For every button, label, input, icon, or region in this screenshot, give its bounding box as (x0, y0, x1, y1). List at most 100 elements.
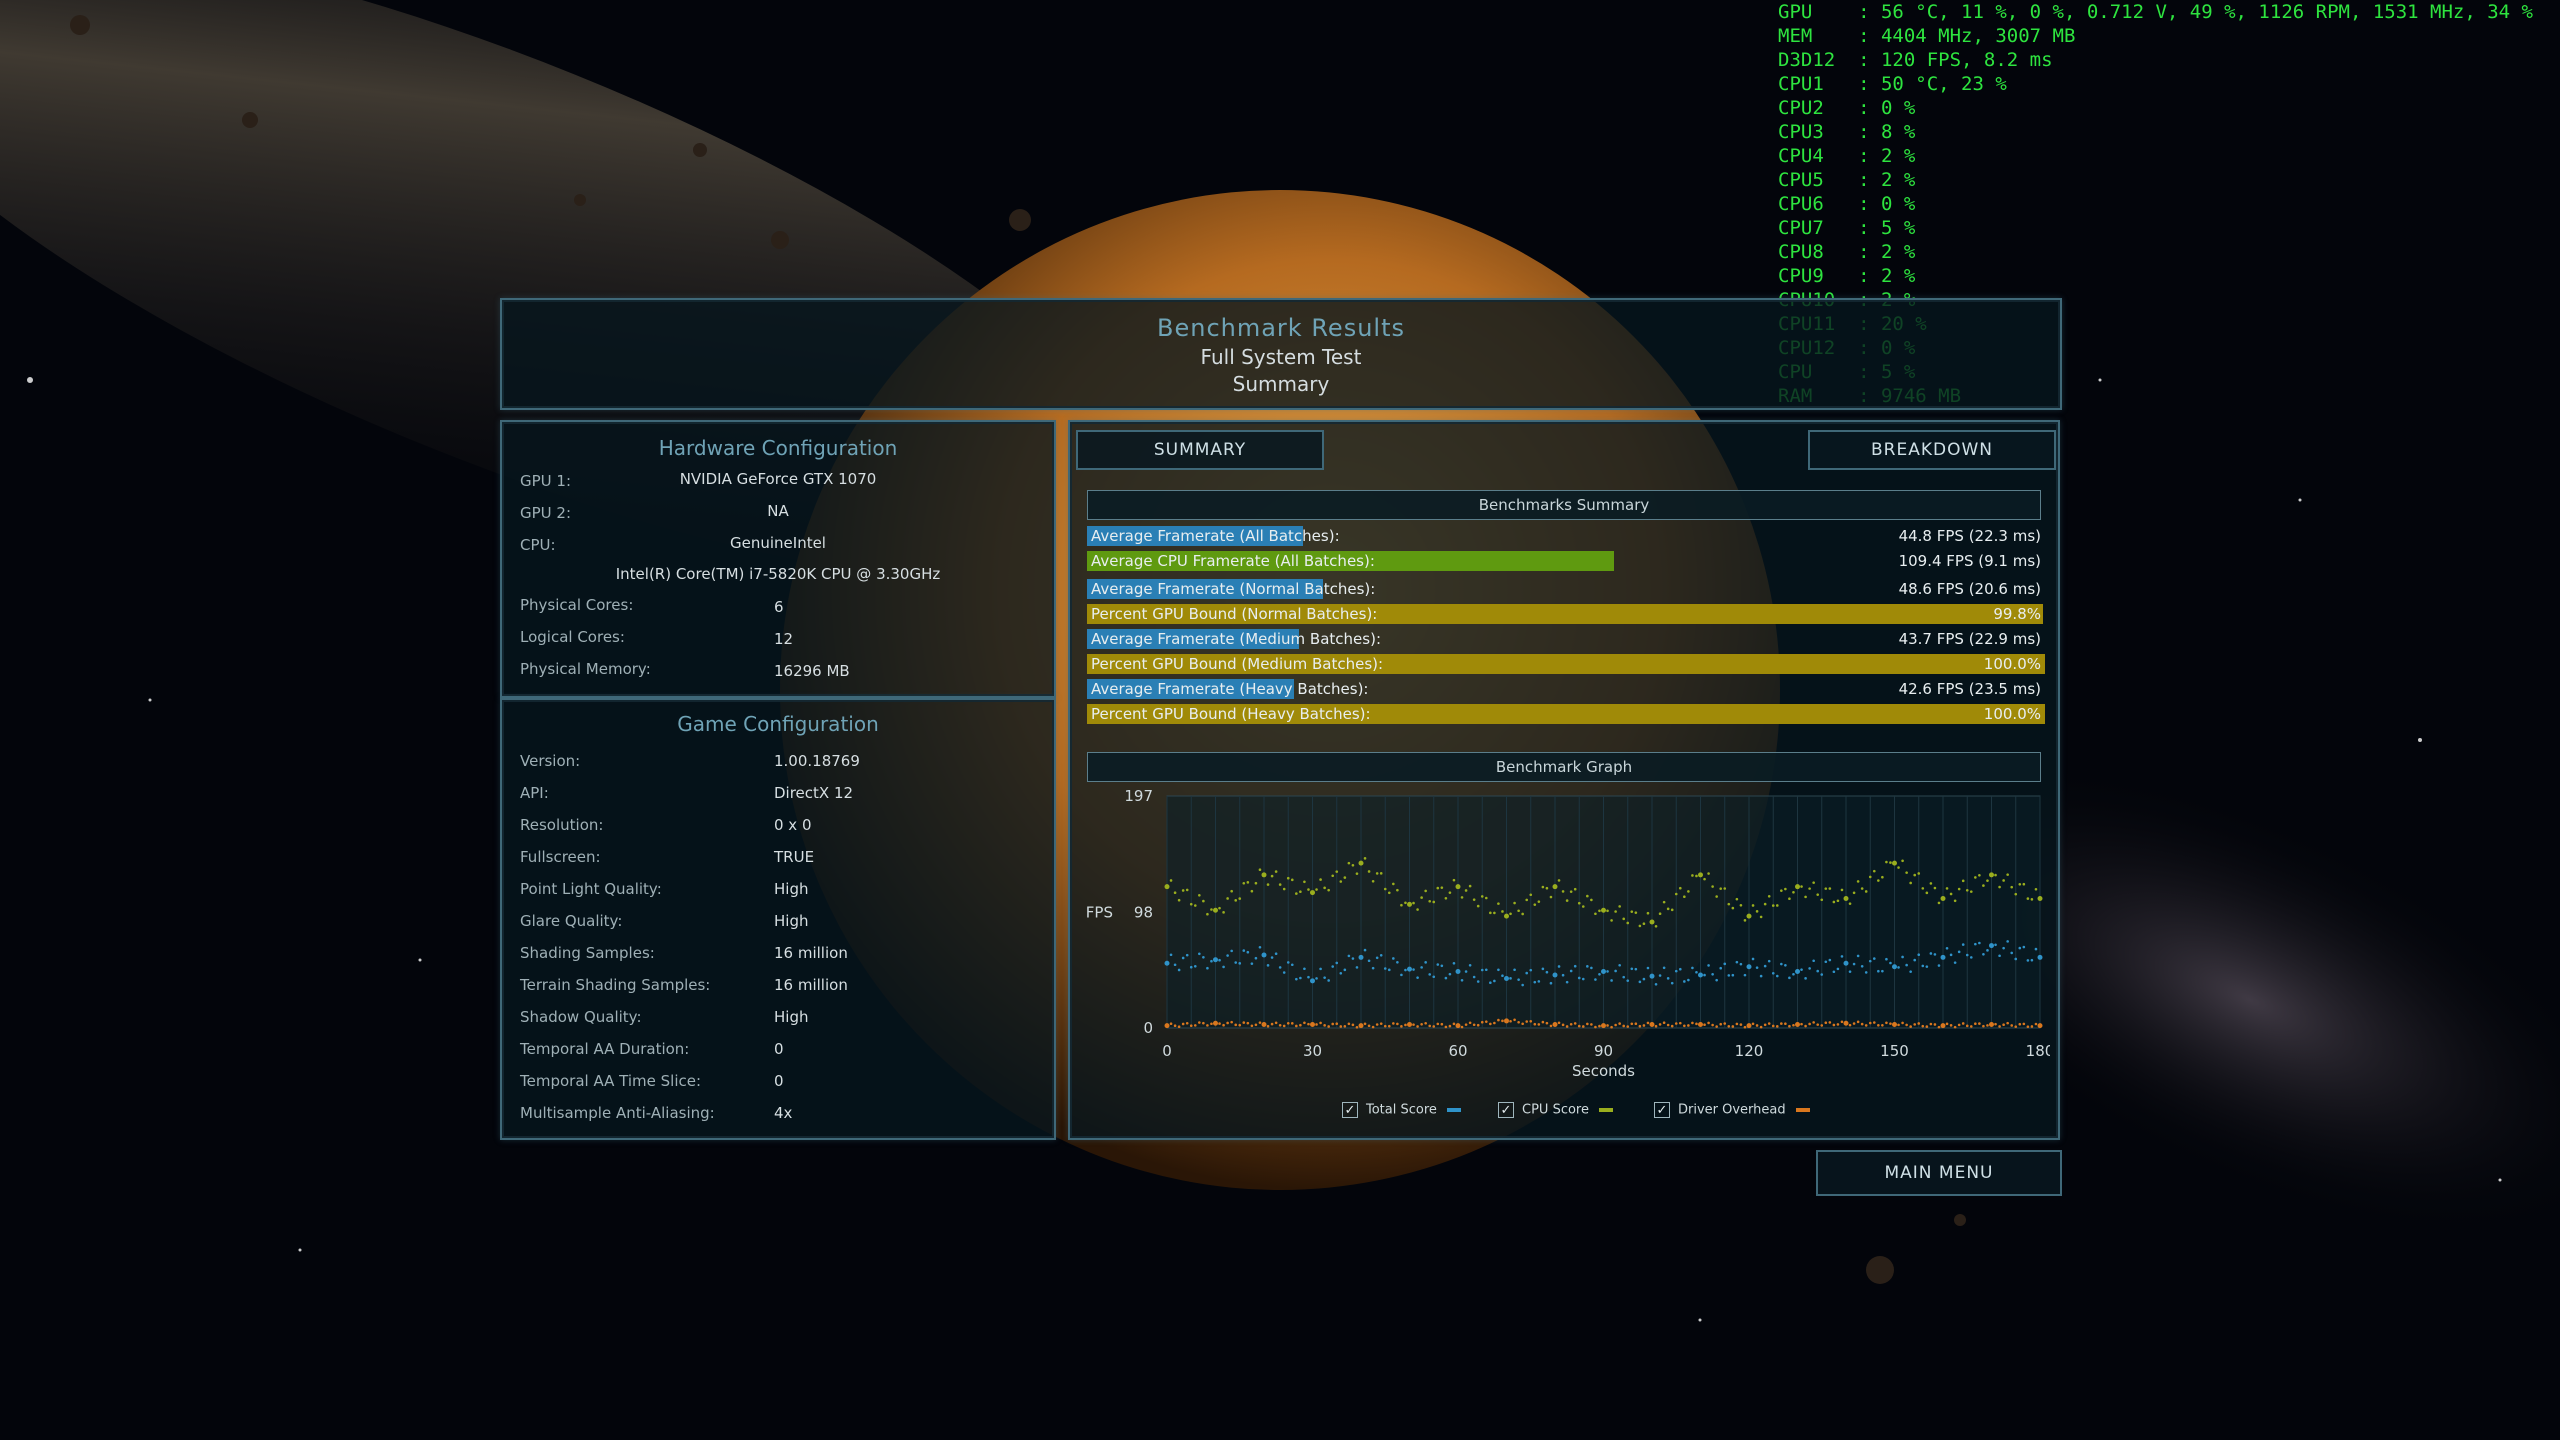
data-point (1254, 956, 1258, 960)
game-config-value: High (774, 912, 809, 930)
data-point (1763, 964, 1767, 968)
data-point (1455, 884, 1461, 890)
data-point (1678, 1021, 1682, 1025)
benchmark-summary-row: Average Framerate (Normal Batches): 48.6 … (1087, 579, 2045, 599)
data-point (1412, 968, 1415, 971)
physical-memory-label: Physical Memory: (520, 660, 651, 678)
cpu-score-checkbox[interactable]: ✓ (1498, 1102, 1514, 1118)
data-point (1489, 981, 1492, 984)
data-point (1234, 1023, 1238, 1027)
data-point (1335, 961, 1339, 965)
data-point (1428, 973, 1432, 976)
data-point (1868, 959, 1872, 963)
data-point (1261, 872, 1267, 878)
data-point (1925, 965, 1929, 968)
data-point (1695, 874, 1698, 878)
y-tick-label: 0 (1143, 1019, 1153, 1037)
data-point (1383, 967, 1387, 970)
data-point (1525, 1020, 1529, 1023)
data-point (1666, 1023, 1670, 1027)
data-point (1517, 909, 1520, 913)
data-point (1763, 1023, 1767, 1027)
data-point (1892, 1021, 1897, 1027)
data-point (1881, 1024, 1884, 1027)
data-point (1501, 974, 1504, 978)
x-tick-label: 180 (2026, 1042, 2050, 1060)
data-point (1775, 1025, 1779, 1028)
main-menu-button[interactable]: MAIN MENU (1816, 1150, 2062, 1196)
data-point (1848, 970, 1852, 973)
data-point (1444, 976, 1448, 980)
data-point (1828, 1021, 1832, 1024)
legend-total-score[interactable]: ✓ Total Score (1342, 1102, 1461, 1118)
data-point (1674, 1022, 1678, 1025)
data-point (1351, 1023, 1355, 1027)
data-point (1464, 889, 1468, 892)
benchmark-label: Average CPU Framerate (All Batches): (1091, 552, 1375, 570)
data-point (1375, 1023, 1379, 1026)
data-point (1707, 872, 1710, 875)
data-point (1739, 962, 1743, 966)
data-point (1286, 876, 1290, 880)
data-point (1642, 977, 1646, 981)
data-point (1731, 1025, 1735, 1028)
data-point (1484, 896, 1488, 900)
game-config-label: Shadow Quality: (520, 1008, 642, 1026)
data-point (1678, 967, 1682, 971)
data-point (1965, 888, 1969, 892)
data-point (1177, 898, 1181, 902)
data-point (1808, 967, 1811, 970)
data-point (1404, 1023, 1407, 1027)
legend-driver-overhead[interactable]: ✓ Driver Overhead (1654, 1102, 1810, 1118)
data-point (1545, 1021, 1549, 1025)
data-point (1881, 969, 1884, 973)
data-point (1610, 979, 1613, 982)
data-point (1448, 891, 1452, 894)
benchmark-value: 44.8 FPS (22.3 ms) (1898, 527, 2041, 545)
data-point (1299, 890, 1302, 894)
data-point (1909, 970, 1912, 973)
results-header: Benchmark Results Full System Test Summa… (500, 298, 2062, 410)
data-point (1545, 970, 1549, 974)
data-point (1266, 1024, 1270, 1028)
data-point (1202, 956, 1205, 959)
data-point (1416, 908, 1419, 911)
data-point (1323, 886, 1326, 890)
data-point (1832, 900, 1836, 904)
game-config-value: DirectX 12 (774, 784, 854, 802)
x-axis-label: Seconds (1572, 1062, 1635, 1080)
driver-overhead-checkbox[interactable]: ✓ (1654, 1102, 1670, 1118)
data-point (1549, 1024, 1553, 1028)
tab-summary[interactable]: SUMMARY (1076, 430, 1324, 470)
benchmark-graph: 0 98 197 FPS 0 30 60 90 120 150 180 Seconds (1086, 788, 2050, 1080)
data-point (1537, 900, 1541, 903)
data-point (1601, 968, 1606, 974)
data-point (1715, 1025, 1718, 1028)
cpu-score-swatch (1598, 1108, 1613, 1112)
data-point (1351, 957, 1355, 960)
tab-breakdown[interactable]: BREAKDOWN (1808, 430, 2056, 470)
data-point (1719, 887, 1723, 891)
benchmark-value: 99.8% (1993, 605, 2041, 623)
data-point (2018, 882, 2022, 886)
data-point (1282, 887, 1286, 891)
data-point (1901, 955, 1904, 959)
data-point (1185, 1021, 1189, 1025)
data-point (1198, 893, 1201, 897)
data-point (1658, 1023, 1662, 1026)
data-point (1723, 962, 1727, 966)
data-point (1278, 883, 1282, 886)
data-point (1598, 972, 1601, 976)
data-point (1569, 890, 1573, 893)
data-point (1222, 911, 1225, 914)
data-point (2002, 1023, 2005, 1026)
data-point (1323, 976, 1326, 979)
data-point (2034, 1022, 2038, 1026)
data-point (1504, 976, 1509, 982)
data-point (1698, 972, 1703, 978)
benchmark-label: Average Framerate (Medium Batches): (1091, 630, 1382, 648)
total-score-checkbox[interactable]: ✓ (1342, 1102, 1358, 1118)
data-point (2006, 1021, 2009, 1025)
game-config-value: High (774, 880, 809, 898)
legend-cpu-score[interactable]: ✓ CPU Score (1498, 1102, 1613, 1118)
